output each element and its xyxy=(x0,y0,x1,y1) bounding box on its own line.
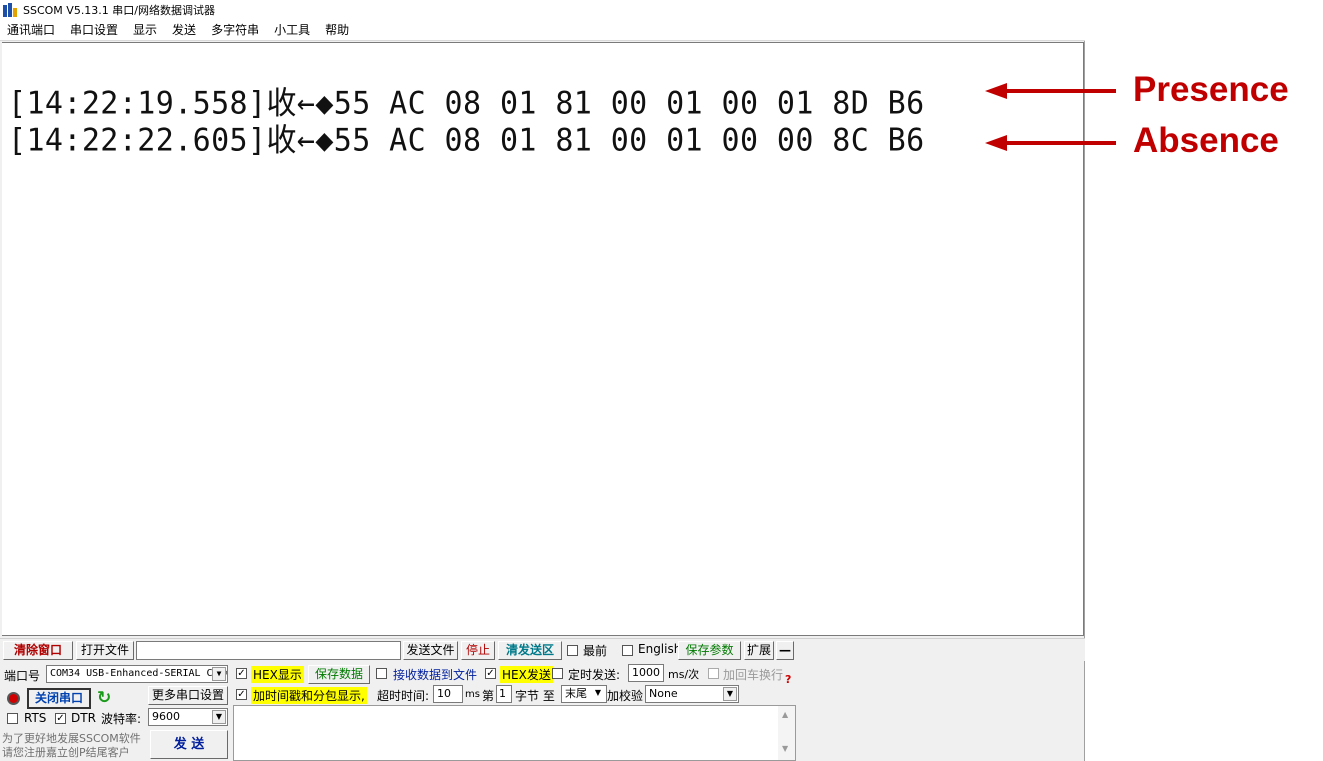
timeout-unit: ms xyxy=(465,689,480,700)
scroll-up-icon[interactable]: ▲ xyxy=(782,710,788,719)
baud-select[interactable]: 9600 ▼ xyxy=(148,708,228,726)
byte-to-select[interactable]: 末尾 ▼ xyxy=(561,685,607,703)
file-toolbar: 清除窗口 打开文件 发送文件 停止 清发送区 最前 English 保存参数 扩… xyxy=(0,638,1085,661)
close-port-button[interactable]: 关闭串口 xyxy=(27,688,91,709)
file-path-input[interactable] xyxy=(136,641,401,660)
presence-label: Presence xyxy=(1133,70,1289,109)
send-file-button[interactable]: 发送文件 xyxy=(403,641,458,660)
baud-value: 9600 xyxy=(152,710,180,723)
byte-unit-label: 字节 至 xyxy=(515,689,555,703)
absence-label: Absence xyxy=(1133,121,1279,160)
timed-send-checkbox[interactable] xyxy=(552,668,563,679)
dtr-label: DTR xyxy=(71,711,96,725)
stop-button[interactable]: 停止 xyxy=(461,641,495,660)
menu-bar: 通讯端口 串口设置 显示 发送 多字符串 小工具 帮助 xyxy=(0,19,1085,41)
hex-display-checkbox[interactable]: ✓ xyxy=(236,668,247,679)
timestamp-label: 加时间戳和分包显示, xyxy=(251,687,367,704)
checksum-value: None xyxy=(649,687,678,700)
more-settings-button[interactable]: 更多串口设置 xyxy=(148,686,228,705)
hex-display-label: HEX显示 xyxy=(251,666,304,683)
hex-send-checkbox[interactable]: ✓ xyxy=(485,668,496,679)
clear-window-button[interactable]: 清除窗口 xyxy=(3,641,73,660)
interval-unit: ms/次 xyxy=(668,668,700,681)
menu-help[interactable]: 帮助 xyxy=(325,21,349,38)
save-params-button[interactable]: 保存参数 xyxy=(678,641,741,660)
byte-from-input[interactable]: 1 xyxy=(496,685,512,703)
topmost-label: 最前 xyxy=(583,644,608,658)
open-file-button[interactable]: 打开文件 xyxy=(76,641,134,660)
sscom-window: SSCOM V5.13.1 串口/网络数据调试器 通讯端口 串口设置 显示 发送… xyxy=(0,0,1085,761)
interval-input[interactable]: 1000 xyxy=(628,664,664,682)
receive-area[interactable]: [14:22:19.558]收←◆55 AC 08 01 81 00 01 00… xyxy=(2,42,1084,636)
hex-send-label: HEX发送 xyxy=(500,666,553,683)
expand-button[interactable]: 扩展 xyxy=(744,641,774,660)
help-icon[interactable]: ? xyxy=(785,673,791,686)
promo-text-2: 请您注册嘉立创P结尾客户 xyxy=(2,746,130,759)
menu-display[interactable]: 显示 xyxy=(133,21,157,38)
save-data-button[interactable]: 保存数据 xyxy=(308,665,370,684)
dtr-checkbox[interactable]: ✓ xyxy=(55,713,66,724)
menu-comm-port[interactable]: 通讯端口 xyxy=(7,21,55,38)
port-select[interactable]: COM34 USB-Enhanced-SERIAL CH343 ▼ xyxy=(46,665,228,683)
baud-label: 波特率: xyxy=(101,712,142,726)
absence-arrow xyxy=(1003,141,1116,145)
send-textarea[interactable]: ▲ ▼ xyxy=(233,705,796,761)
collapse-button[interactable]: — xyxy=(776,641,794,660)
rts-label: RTS xyxy=(24,711,47,725)
menu-serial-settings[interactable]: 串口设置 xyxy=(70,21,118,38)
menu-tools[interactable]: 小工具 xyxy=(274,21,310,38)
send-button[interactable]: 发 送 xyxy=(150,730,228,759)
rts-checkbox[interactable] xyxy=(7,713,18,724)
chevron-down-icon[interactable]: ▼ xyxy=(591,687,605,701)
clear-send-button[interactable]: 清发送区 xyxy=(498,641,562,660)
title-bar: SSCOM V5.13.1 串口/网络数据调试器 xyxy=(0,0,1085,19)
timeout-input[interactable]: 10 xyxy=(433,685,463,703)
byte-to-value: 末尾 xyxy=(565,687,587,700)
timestamp-checkbox[interactable]: ✓ xyxy=(236,689,247,700)
port-status-icon xyxy=(7,692,20,705)
presence-arrow xyxy=(1003,89,1116,93)
checksum-select[interactable]: None ▼ xyxy=(645,685,739,703)
timed-send-label: 定时发送: xyxy=(568,668,621,682)
english-checkbox[interactable] xyxy=(622,645,633,656)
timeout-label: 超时时间: xyxy=(377,689,430,703)
recv-to-file-label: 接收数据到文件 xyxy=(393,668,478,682)
menu-send[interactable]: 发送 xyxy=(172,21,196,38)
checksum-label: 加校验 xyxy=(607,689,644,703)
chevron-down-icon[interactable]: ▼ xyxy=(723,687,737,701)
app-icon xyxy=(3,2,17,17)
scroll-down-icon[interactable]: ▼ xyxy=(782,744,788,753)
topmost-checkbox[interactable] xyxy=(567,645,578,656)
byte-from-label: 第 xyxy=(482,689,495,703)
chevron-down-icon[interactable]: ▼ xyxy=(212,667,226,681)
window-title: SSCOM V5.13.1 串口/网络数据调试器 xyxy=(23,3,216,17)
send-scrollbar[interactable]: ▲ ▼ xyxy=(778,706,795,760)
refresh-icon[interactable]: ↻ xyxy=(97,688,111,708)
port-value: COM34 USB-Enhanced-SERIAL CH343 xyxy=(50,668,228,679)
port-label: 端口号 xyxy=(4,669,41,683)
menu-multi-string[interactable]: 多字符串 xyxy=(211,21,259,38)
recv-to-file-checkbox[interactable] xyxy=(376,668,387,679)
english-label: English xyxy=(638,642,682,656)
close-port-label: 关闭串口 xyxy=(34,691,83,705)
add-crlf-checkbox[interactable] xyxy=(708,668,719,679)
add-crlf-label: 加回车换行 xyxy=(723,668,784,682)
chevron-down-icon[interactable]: ▼ xyxy=(212,710,226,724)
receive-line: [14:22:22.605]收←◆55 AC 08 01 81 00 01 00… xyxy=(8,122,925,160)
